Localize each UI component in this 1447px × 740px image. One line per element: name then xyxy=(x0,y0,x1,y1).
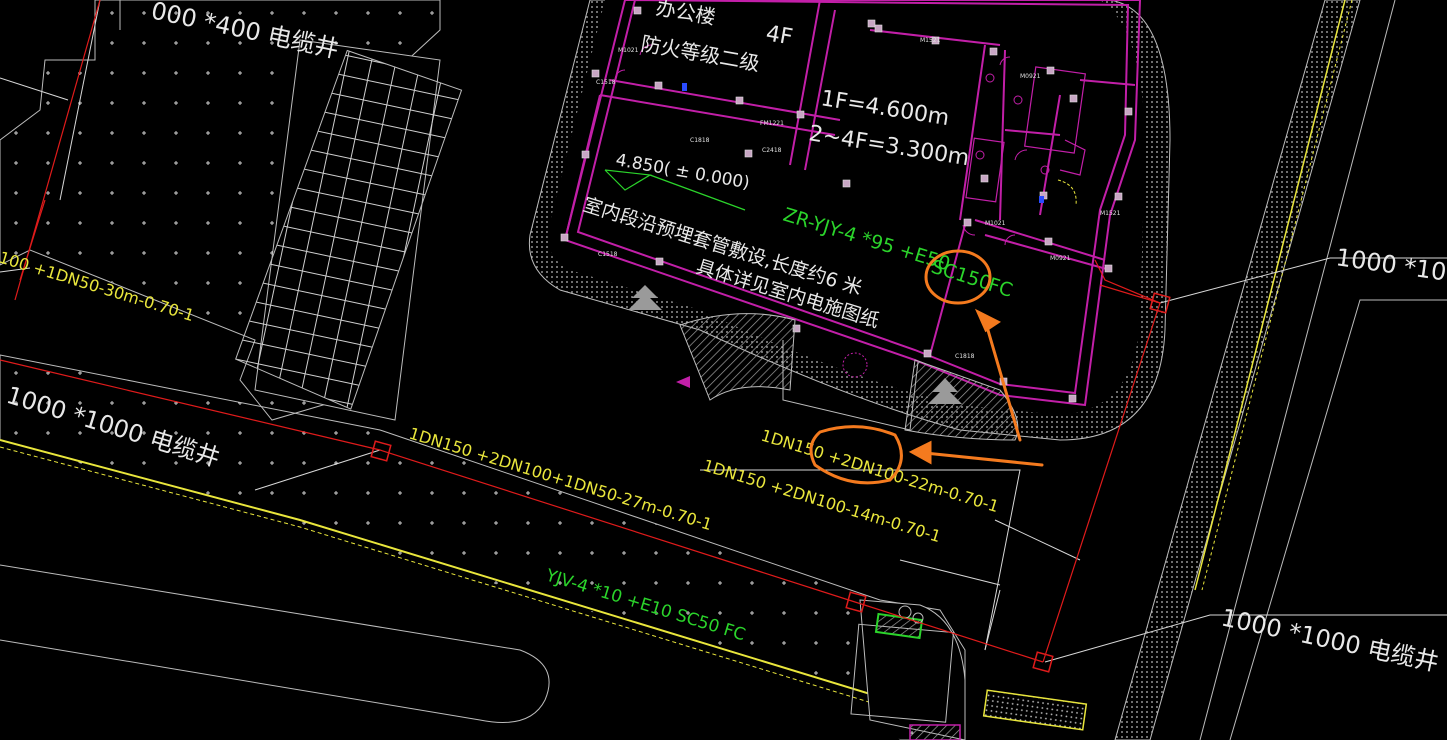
arrow-to-pipe xyxy=(923,451,1044,467)
entry-arrow-icon xyxy=(676,376,690,388)
room-tag: M1521 xyxy=(1100,210,1121,217)
room-tag: M1021 xyxy=(618,47,639,54)
room-tag: FM1221 xyxy=(760,120,784,127)
room-tag: M0921 xyxy=(1020,73,1041,80)
right-top-cable-well-label: 1000 *100 xyxy=(1334,243,1447,288)
room-tag: C2418 xyxy=(762,147,782,154)
left-landscape-block xyxy=(0,0,463,421)
room-tag: M0921 xyxy=(1050,255,1071,262)
floor-count-label: 4F xyxy=(764,21,795,50)
cad-drawing-canvas: 000 *400 电缆井 办公楼 4F 防火等级二级 1F=4.600m 2~4… xyxy=(0,0,1447,740)
room-tag: C1518 xyxy=(596,79,616,86)
room-tag: C1518 xyxy=(598,251,618,258)
room-tag: C1818 xyxy=(690,137,710,144)
room-tag: C1818 xyxy=(955,353,975,360)
room-tag: M1521 xyxy=(920,37,941,44)
street-landscape-strip xyxy=(0,354,966,740)
arrow-head-icon xyxy=(908,440,932,465)
room-tag: M1021 xyxy=(985,220,1006,227)
